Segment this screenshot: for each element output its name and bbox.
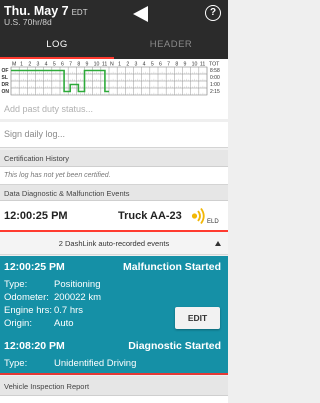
event-field-key: Engine hrs: — [4, 305, 53, 316]
graph-hour-label: 11 — [200, 62, 205, 68]
graph-hour-label: 5 — [151, 62, 154, 68]
graph-hour-label: 7 — [167, 62, 170, 68]
graph-row-total: 1:00 — [210, 82, 220, 88]
truck-name: Truck AA-23 — [118, 210, 182, 222]
tab-log[interactable]: LOG — [0, 30, 114, 59]
graph-hour-label: 3 — [37, 62, 40, 68]
event-field-key: Odometer: — [4, 292, 49, 303]
event-status: Malfunction Started — [122, 261, 221, 273]
eld-label: ELD — [207, 219, 219, 225]
graph-hour-label: 9 — [86, 62, 89, 68]
graph-hour-label: 7 — [69, 62, 72, 68]
event-field-value: Unidentified Driving — [54, 358, 137, 369]
timezone-label: EDT — [71, 8, 88, 17]
tab-header-label: HEADER — [149, 39, 193, 50]
graph-hour-label: 11 — [102, 62, 107, 68]
event-field-key: Type: — [4, 279, 28, 290]
event-card: 12:08:20 PM Diagnostic Started Type: Unid… — [0, 335, 228, 374]
event-field-value: Positioning — [54, 279, 101, 290]
event-field: Odometer: 200022 km — [4, 292, 101, 303]
graph-hour-label: M — [12, 62, 16, 68]
event-card: 12:00:25 PM Malfunction Started Type: Pos… — [0, 256, 228, 335]
graph-row-total: 8:58 — [210, 68, 220, 74]
graph-hour-label: 8 — [175, 62, 178, 68]
events-summary-label: 2 DashLink auto-recorded events — [58, 239, 170, 248]
graph-hour-label: 1 — [118, 62, 121, 68]
event-field: Engine hrs: 0.7 hrs — [4, 305, 83, 316]
event-field-key: Type: — [4, 358, 28, 369]
graph-row-total: 0:00 — [210, 75, 220, 81]
graph-hour-label: 2 — [126, 62, 129, 68]
graph-row-label: OF — [2, 68, 9, 74]
vehicle-inspection-title: Vehicle Inspection Report — [4, 382, 90, 391]
event-field: Origin: Auto — [4, 318, 74, 329]
graph-hour-label: 10 — [192, 62, 198, 68]
eld-signal-icon — [191, 207, 205, 225]
event-field-value: 200022 km — [54, 292, 102, 303]
top-bar: Thu. May 7 EDT U.S. 70hr/8d ? — [0, 0, 228, 30]
graph-hour-label: 6 — [61, 62, 64, 68]
graph-hour-label: 4 — [45, 62, 48, 68]
certification-note: This log has not yet been certified. — [4, 172, 111, 179]
divider — [0, 373, 228, 375]
events-summary-bar[interactable]: 2 DashLink auto-recorded events — [0, 232, 228, 255]
help-icon[interactable]: ? — [205, 5, 221, 21]
event-status: Diagnostic Started — [128, 340, 221, 352]
diagnostics-header: Data Diagnostic & Malfunction Events — [0, 185, 228, 201]
event-time: 12:08:20 PM — [4, 340, 65, 352]
truck-connection-row[interactable]: 12:00:25 PM Truck AA-23 ELD — [0, 201, 228, 231]
graph-hour-label: 8 — [77, 62, 80, 68]
graph-hour-label: 9 — [184, 62, 187, 68]
event-field: Type: Unidentified Driving — [4, 358, 136, 369]
truck-connection-time: 12:00:25 PM — [4, 210, 68, 222]
graph-hour-label: 5 — [53, 62, 56, 68]
graph-row-label: DR — [2, 82, 10, 88]
event-field-key: Origin: — [4, 318, 32, 329]
certification-history-header: Certification History — [0, 150, 228, 167]
edit-button[interactable]: EDIT — [175, 307, 220, 329]
log-date-text: Thu. May 7 — [4, 4, 69, 18]
event-time: 12:00:25 PM — [4, 261, 65, 273]
graph-hour-label: 6 — [159, 62, 162, 68]
graph-total-header: TOT — [209, 62, 220, 68]
graph-row-label: ON — [2, 89, 10, 95]
add-past-duty-row[interactable]: Add past duty status... — [0, 101, 228, 119]
graph-hour-label: 3 — [135, 62, 138, 68]
back-arrow-icon[interactable] — [130, 5, 150, 23]
event-field-value: Auto — [54, 318, 74, 329]
certification-note-row: This log has not yet been certified. — [0, 167, 228, 185]
diagnostics-title: Data Diagnostic & Malfunction Events — [4, 189, 130, 198]
collapse-caret-icon[interactable] — [215, 241, 221, 246]
bottom-strip — [0, 396, 228, 403]
graph-hour-label: 4 — [143, 62, 146, 68]
hours-rule-label: U.S. 70hr/8d — [4, 17, 52, 27]
certification-history-title: Certification History — [4, 154, 70, 163]
graph-hour-label: 10 — [94, 62, 100, 68]
graph-hour-label: 1 — [20, 62, 23, 68]
event-field-value: 0.7 hrs — [54, 305, 84, 316]
tab-bar: LOG HEADER — [0, 30, 228, 59]
graph-row-total: 2:15 — [210, 89, 220, 95]
add-past-duty-label: Add past duty status... — [4, 104, 94, 114]
graph-hour-label: 2 — [28, 62, 31, 68]
graph-row-label: SL — [2, 75, 8, 81]
log-graph[interactable]: M 1 2 3 4 5 6 7 8 9 10 11 N 1 2 3 4 5 6 7 8 9 10 11 TOT OF 8:58 SL 0… — [0, 59, 228, 107]
graph-hour-label: N — [110, 62, 114, 68]
tab-header[interactable]: HEADER — [114, 30, 228, 59]
sign-daily-log-row[interactable]: Sign daily log... — [0, 122, 228, 148]
sign-daily-log-label: Sign daily log... — [4, 129, 66, 139]
vehicle-inspection-header: Vehicle Inspection Report — [0, 376, 228, 396]
tab-log-label: LOG — [46, 39, 68, 50]
event-field: Type: Positioning — [4, 279, 100, 290]
